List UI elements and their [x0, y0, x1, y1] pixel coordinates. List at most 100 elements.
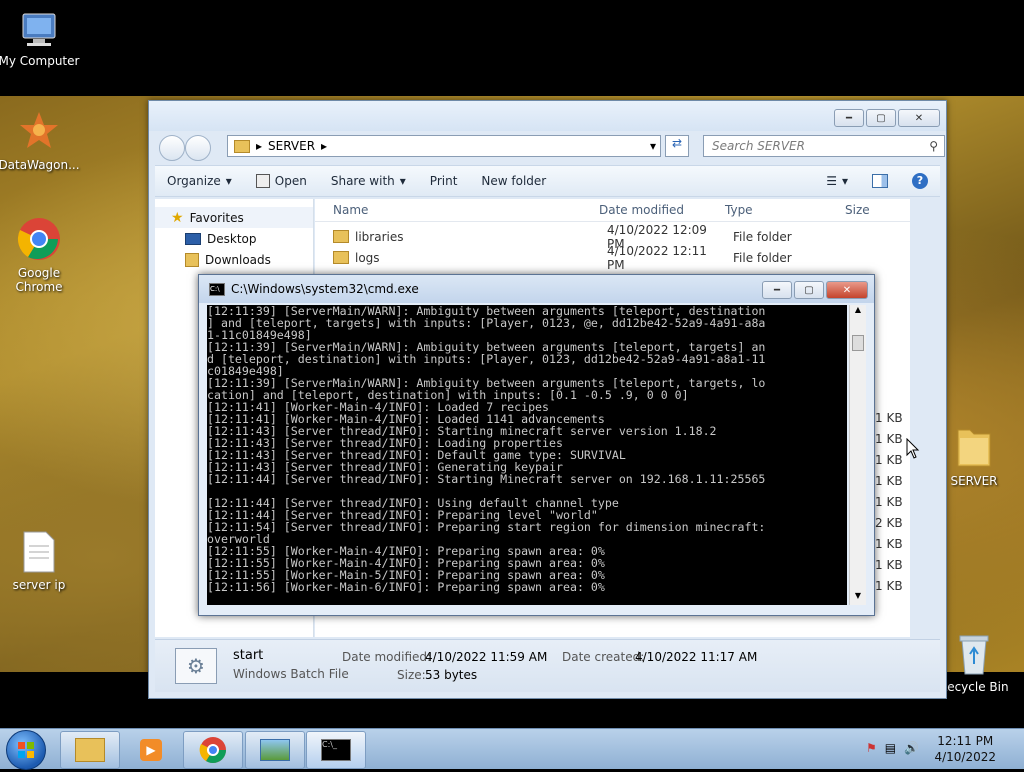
desktop-icon-label: server ip [12, 578, 66, 592]
col-name[interactable]: Name [315, 203, 593, 217]
col-type[interactable]: Type [719, 203, 841, 217]
taskbar-chrome-button[interactable] [183, 731, 243, 769]
scroll-down-icon[interactable]: ▼ [850, 591, 866, 605]
desktop-icon-datawagon[interactable]: DataWagon... [0, 110, 84, 172]
computer-icon [22, 13, 56, 46]
address-bar[interactable]: ▸ SERVER ▸ ▾ [227, 135, 661, 157]
address-dropdown-icon[interactable]: ▾ [650, 139, 656, 153]
forward-button[interactable] [185, 135, 211, 161]
file-size: 1 KB [875, 474, 903, 488]
print-button[interactable]: Print [418, 174, 470, 188]
file-size: 1 KB [875, 495, 903, 509]
folder-icon [957, 429, 991, 467]
maximize-button[interactable]: ▢ [794, 281, 824, 299]
details-size: 53 bytes [425, 668, 478, 682]
desktop-icon-my-computer[interactable]: My Computer [0, 10, 84, 68]
nav-favorites[interactable]: ★ Favorites [155, 207, 313, 228]
explorer-title-bar[interactable]: ━ ▢ ✕ [149, 101, 946, 131]
details-pane: ⚙ start Windows Batch File Date modified… [155, 639, 940, 692]
details-modified-label: Date modified: [342, 650, 432, 664]
share-with-button[interactable]: Share with ▾ [319, 174, 418, 188]
file-type: File folder [733, 229, 792, 244]
file-size: 1 KB [875, 453, 903, 467]
refresh-button[interactable]: ⇄ [665, 135, 689, 157]
maximize-button[interactable]: ▢ [866, 109, 896, 127]
file-date: 4/10/2022 12:11 PM [607, 243, 707, 272]
breadcrumb-separator-icon: ▸ [321, 139, 328, 153]
scroll-thumb[interactable] [852, 335, 864, 351]
windows-logo-icon [18, 742, 34, 758]
file-row-logs[interactable]: logs 4/10/2022 12:11 PM File folder [315, 244, 910, 272]
breadcrumb-server[interactable]: SERVER [268, 139, 315, 153]
batch-file-icon: ⚙ [175, 648, 217, 684]
minimize-button[interactable]: ━ [762, 281, 792, 299]
desktop-icon-label: Recycle Bin [939, 680, 1009, 694]
recycle-bin-icon [959, 635, 989, 675]
chevron-down-icon: ▾ [841, 174, 848, 188]
command-bar: Organize ▾ Open Share with ▾ Print New fol… [155, 165, 940, 197]
search-placeholder: Search SERVER [712, 139, 805, 153]
share-label: Share with [330, 174, 395, 188]
new-folder-button[interactable]: New folder [469, 174, 558, 188]
cmd-title: C:\Windows\system32\cmd.exe [231, 282, 419, 296]
details-modified: 4/10/2022 11:59 AM [425, 650, 548, 664]
mouse-cursor-icon [906, 438, 920, 459]
minimize-button[interactable]: ━ [834, 109, 864, 127]
breadcrumb-separator-icon: ▸ [256, 139, 263, 153]
clock[interactable]: 12:11 PM 4/10/2022 [934, 733, 996, 765]
scroll-up-icon[interactable]: ▲ [850, 305, 866, 319]
details-name: start [233, 648, 264, 663]
console-output[interactable]: [12:11:39] [ServerMain/WARN]: Ambiguity … [207, 305, 847, 605]
volume-icon[interactable]: 🔊 [904, 741, 919, 755]
nav-desktop[interactable]: Desktop [155, 228, 313, 249]
chrome-icon [199, 737, 227, 764]
desktop-icon-label: Google Chrome [15, 266, 63, 294]
help-button[interactable]: ? [900, 173, 940, 189]
clock-date: 4/10/2022 [934, 750, 996, 764]
preview-pane-icon [872, 174, 888, 188]
folder-icon [333, 230, 349, 243]
scrollbar[interactable]: ▲ ▼ [849, 305, 866, 605]
back-button[interactable] [159, 135, 185, 161]
cmd-window[interactable]: C:\ C:\Windows\system32\cmd.exe ━ ▢ ✕ [1… [198, 274, 875, 616]
cmd-title-bar[interactable]: C:\ C:\Windows\system32\cmd.exe ━ ▢ ✕ [199, 275, 874, 303]
view-options-button[interactable]: ☰ ▾ [814, 174, 860, 188]
taskbar-image-viewer-button[interactable] [245, 731, 305, 769]
size-column: 1 KB 1 KB 1 KB 1 KB 1 KB 2 KB 1 KB 1 KB 1 KB [875, 411, 903, 600]
network-icon[interactable]: ▤ [885, 741, 896, 755]
start-button[interactable] [6, 730, 46, 770]
taskbar-media-player-button[interactable]: ▶ [121, 731, 181, 769]
downloads-icon [185, 252, 199, 267]
media-player-icon: ▶ [140, 739, 162, 761]
organize-label: Organize [167, 174, 221, 188]
taskbar-explorer-button[interactable] [60, 731, 120, 769]
nav-favorites-label: Favorites [189, 210, 244, 225]
folder-icon [234, 139, 250, 153]
file-type: File folder [733, 250, 792, 265]
action-center-icon[interactable]: ⚑ [866, 741, 877, 755]
open-button[interactable]: Open [244, 174, 319, 188]
star-icon: ★ [171, 209, 184, 226]
nav-downloads[interactable]: Downloads [155, 249, 313, 270]
desktop-icon-chrome[interactable]: Google Chrome [0, 216, 84, 294]
col-size[interactable]: Size [841, 203, 870, 217]
folder-icon [75, 738, 105, 762]
datawagon-icon [20, 112, 58, 148]
search-input[interactable]: Search SERVER ⚲ [703, 135, 945, 157]
desktop-icon-server-ip[interactable]: server ip [0, 530, 84, 592]
details-type: Windows Batch File [233, 667, 349, 681]
clock-time: 12:11 PM [937, 734, 994, 748]
chevron-down-icon: ▾ [399, 174, 406, 188]
cmd-icon: C:\ [209, 282, 225, 296]
col-date[interactable]: Date modified [593, 203, 719, 217]
close-button[interactable]: ✕ [826, 281, 868, 299]
explorer-window-controls: ━ ▢ ✕ [834, 109, 940, 127]
close-button[interactable]: ✕ [898, 109, 940, 127]
organize-button[interactable]: Organize ▾ [155, 174, 244, 188]
cmd-icon: C:\_ [321, 739, 351, 761]
details-size-label: Size: [397, 668, 426, 682]
preview-pane-button[interactable] [860, 174, 900, 188]
column-headers: Name Date modified Type Size [315, 199, 910, 222]
taskbar-cmd-button[interactable]: C:\_ [306, 731, 366, 769]
details-created: 4/10/2022 11:17 AM [635, 650, 758, 664]
